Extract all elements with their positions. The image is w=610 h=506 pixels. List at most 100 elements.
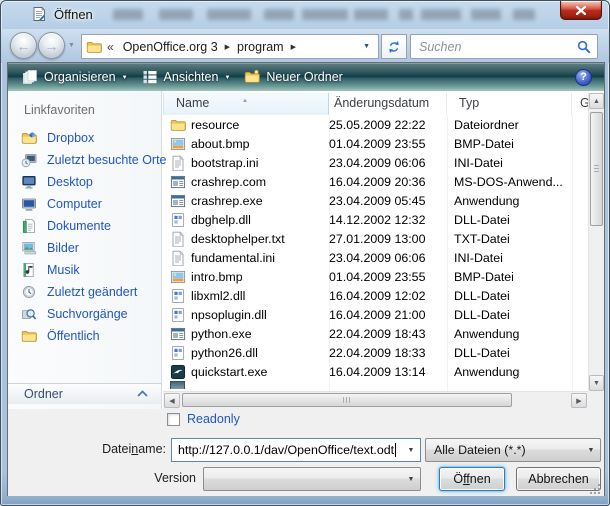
image-icon — [170, 269, 186, 285]
breadcrumb-item-program[interactable]: program — [230, 40, 291, 54]
vertical-scroll-thumb[interactable] — [590, 112, 603, 226]
scroll-right-button[interactable]: ▶ — [571, 393, 587, 408]
column-header-type[interactable]: Typ — [447, 93, 572, 115]
resize-grip[interactable] — [589, 482, 601, 494]
folders-expander[interactable]: Ordner — [8, 383, 161, 404]
scroll-down-button[interactable]: ▼ — [589, 375, 604, 391]
column-label: Änderungsdatum — [334, 96, 429, 110]
sidebar-item-öffentlich[interactable]: Öffentlich — [8, 325, 161, 347]
vertical-scrollbar[interactable]: ▲ ▼ — [588, 93, 604, 391]
filetype-dropdown[interactable]: Alle Dateien (*.*) ▼ — [425, 438, 601, 462]
file-type: Anwendung — [442, 327, 567, 341]
background-blur — [113, 9, 143, 20]
organize-button[interactable]: Organisieren ▼ — [22, 69, 128, 85]
readonly-checkbox[interactable] — [167, 413, 180, 426]
breadcrumb-overflow-chevron[interactable]: « — [107, 40, 114, 54]
text-icon — [170, 231, 186, 247]
help-button[interactable]: ? — [575, 69, 592, 86]
organize-icon — [22, 69, 38, 85]
file-type: MS-DOS-Anwend... — [442, 175, 567, 189]
new-folder-button[interactable]: Neuer Ordner — [244, 69, 342, 85]
file-modified-date: 27.01.2009 13:00 — [324, 232, 442, 246]
table-row[interactable]: resource25.05.2009 22:22Dateiordner — [163, 115, 588, 134]
titlebar[interactable]: Öffnen — [1, 1, 609, 29]
column-header-size[interactable]: G — [572, 93, 588, 115]
sidebar-item-label: Öffentlich — [47, 329, 100, 343]
sidebar-item-musik[interactable]: Musik — [8, 259, 161, 281]
filename-dropdown-icon[interactable]: ▼ — [402, 439, 420, 461]
sidebar-item-zuletzt-besuchte-orte[interactable]: Zuletzt besuchte Orte — [8, 149, 161, 171]
chevron-up-icon — [136, 387, 149, 401]
file-modified-date: 23.04.2009 05:45 — [324, 194, 442, 208]
table-row[interactable]: python.exe22.04.2009 18:43Anwendung — [163, 324, 588, 343]
scroll-left-button[interactable]: ◀ — [164, 393, 180, 408]
file-name: python26.dll — [186, 346, 324, 360]
table-row[interactable]: about.bmp01.04.2009 23:55BMP-Datei — [163, 134, 588, 153]
file-type: Anwendung — [442, 194, 567, 208]
file-type: BMP-Datei — [442, 270, 567, 284]
sidebar-item-label: Computer — [47, 197, 102, 211]
breadcrumb-item-openoffice[interactable]: OpenOffice.org 3 — [116, 40, 225, 54]
sidebar-item-computer[interactable]: Computer — [8, 193, 161, 215]
search-input[interactable] — [417, 37, 569, 56]
views-button[interactable]: Ansichten ▼ — [142, 69, 231, 85]
column-header-name[interactable]: Name ▲ — [163, 93, 329, 115]
sidebar-item-dokumente[interactable]: Dokumente — [8, 215, 161, 237]
horizontal-scrollbar[interactable]: ◀ ▶ — [163, 391, 588, 409]
scroll-up-button[interactable]: ▲ — [589, 93, 604, 109]
forward-button[interactable]: → — [38, 32, 65, 59]
background-blur — [207, 9, 251, 20]
table-row[interactable]: desktophelper.txt27.01.2009 13:00TXT-Dat… — [163, 229, 588, 248]
app-icon — [170, 326, 186, 342]
sidebar-item-bilder[interactable]: Bilder — [8, 237, 161, 259]
dialog-content-frame: Organisieren ▼ Ansichten ▼ Neuer Ordner … — [7, 62, 605, 496]
table-row[interactable]: npsoplugin.dll16.04.2009 21:00DLL-Datei — [163, 305, 588, 324]
table-row[interactable]: bootstrap.ini23.04.2009 06:06INI-Datei — [163, 153, 588, 172]
recent-pages-dropdown[interactable]: ▼ — [68, 42, 75, 49]
table-row[interactable]: dbghelp.dll14.12.2002 12:32DLL-Datei — [163, 210, 588, 229]
search-icon[interactable] — [577, 40, 591, 54]
back-button[interactable]: ← — [10, 32, 37, 59]
music-icon — [21, 262, 38, 279]
version-dropdown[interactable]: ▼ — [203, 467, 421, 491]
table-row[interactable]: crashrep.exe23.04.2009 05:45Anwendung — [163, 191, 588, 210]
horizontal-scroll-thumb[interactable] — [182, 393, 512, 407]
file-modified-date: 01.04.2009 23:55 — [324, 137, 442, 151]
favorites-sidebar: Linkfavoriten DropboxZuletzt besuchte Or… — [8, 91, 162, 409]
sidebar-item-label: Zuletzt besuchte Orte — [47, 153, 167, 167]
background-blur — [399, 9, 413, 20]
document-icon — [31, 6, 47, 22]
table-row[interactable]: quickstart.exe16.04.2009 13:14Anwendung — [163, 362, 588, 381]
breadcrumb[interactable]: « OpenOffice.org 3 ▶ program ▶ ▼ — [81, 34, 379, 59]
open-button[interactable]: Öffnen — [439, 467, 505, 491]
table-row[interactable]: crashrep.com16.04.2009 20:36MS-DOS-Anwen… — [163, 172, 588, 191]
refresh-button[interactable] — [381, 34, 407, 59]
file-modified-date: 22.04.2009 18:33 — [324, 346, 442, 360]
sidebar-item-dropbox[interactable]: Dropbox — [8, 127, 161, 149]
table-row[interactable]: intro.bmp01.04.2009 23:55BMP-Datei — [163, 267, 588, 286]
address-dropdown-icon[interactable]: ▼ — [363, 43, 370, 50]
filetype-dropdown-icon: ▼ — [582, 447, 600, 454]
table-row[interactable]: fundamental.ini23.04.2009 06:06INI-Datei — [163, 248, 588, 267]
sidebar-item-suchvorgänge[interactable]: Suchvorgänge — [8, 303, 161, 325]
column-header-date[interactable]: Änderungsdatum — [329, 93, 447, 115]
dll-icon — [170, 212, 186, 228]
scroll-down-icon: ▼ — [593, 380, 600, 387]
table-row[interactable]: python26.dll22.04.2009 18:33DLL-Datei — [163, 343, 588, 362]
file-type: Dateiordner — [442, 118, 567, 132]
text-icon — [170, 250, 186, 266]
sidebar-item-label: Dokumente — [47, 219, 111, 233]
readonly-label: Readonly — [187, 412, 240, 426]
sidebar-item-zuletzt-geändert[interactable]: Zuletzt geändert — [8, 281, 161, 303]
close-button[interactable] — [560, 1, 602, 20]
pictures-icon — [21, 240, 38, 257]
chevron-right-icon[interactable]: ▶ — [291, 43, 296, 51]
file-name: quickstart.exe — [186, 365, 324, 379]
search-box — [410, 34, 598, 59]
sidebar-item-desktop[interactable]: Desktop — [8, 171, 161, 193]
filename-input[interactable]: http://127.0.0.1/dav/OpenOffice/text.odt… — [171, 438, 421, 462]
column-label: Typ — [459, 96, 479, 110]
table-row[interactable]: libxml2.dll16.04.2009 12:02DLL-Datei — [163, 286, 588, 305]
app-icon — [170, 193, 186, 209]
chevron-down-icon: ▼ — [224, 73, 230, 81]
